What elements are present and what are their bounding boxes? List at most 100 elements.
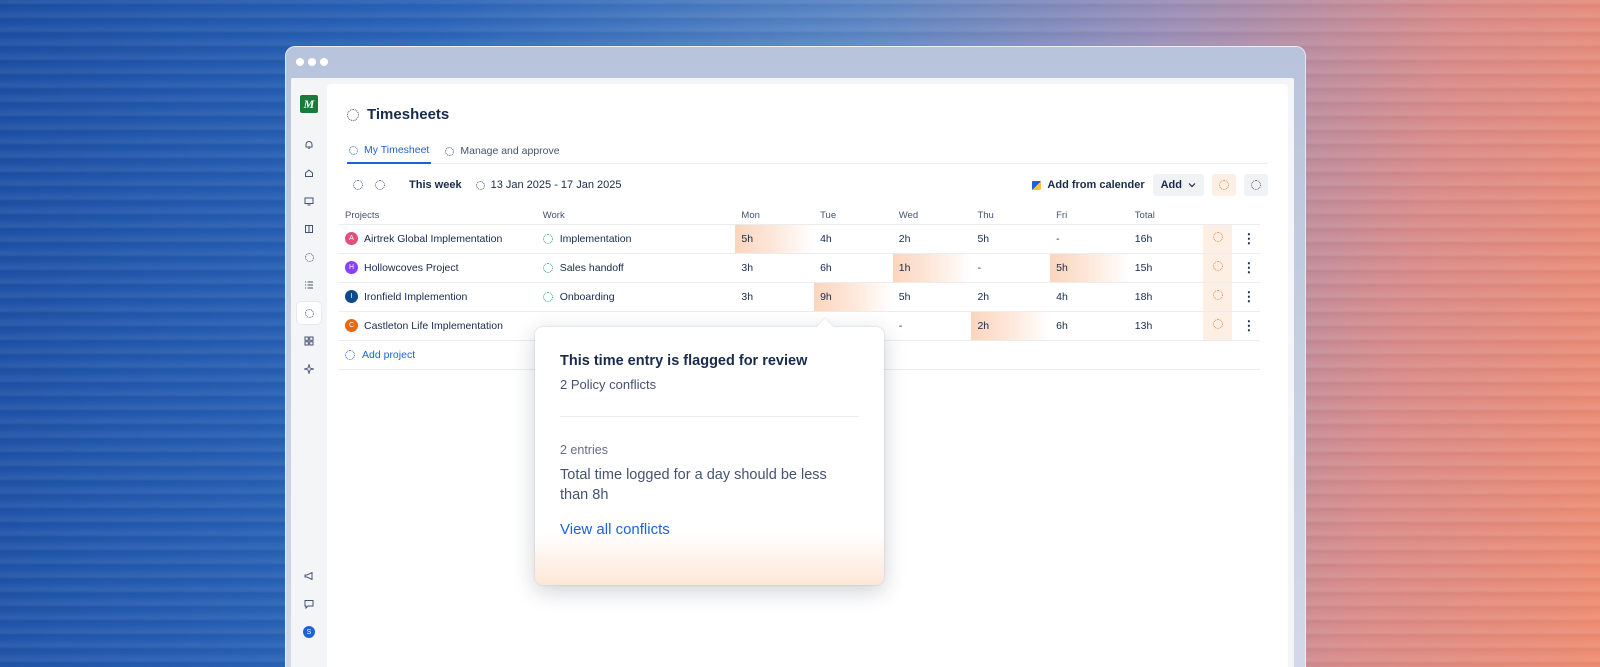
window-dot[interactable] [320,58,328,66]
chat-icon[interactable] [300,595,318,613]
hours-cell-flagged[interactable]: 9h [814,282,893,312]
add-from-calendar-button[interactable]: Add from calender [1032,179,1145,191]
table-row[interactable]: I Ironfield Implemention Onboarding 3h 9h… [339,282,1260,312]
megaphone-icon[interactable] [300,567,318,585]
week-toolbar: This week 13 Jan 2025 - 17 Jan 2025 Add … [353,173,1268,197]
hours-cell[interactable]: 2h [971,282,1051,312]
approve-icon [445,146,455,156]
flag-icon [1212,232,1223,242]
total-cell: 13h [1128,311,1204,341]
project-avatar: C [345,319,358,332]
column-header: Tue [814,207,893,225]
hours-cell-flagged[interactable]: 1h [892,253,972,283]
hours-cell[interactable]: - [892,311,972,341]
add-project-label: Add project [362,348,416,361]
window-dot[interactable] [296,58,304,66]
prev-week-icon[interactable] [353,180,363,190]
flag-cell[interactable] [1203,253,1232,283]
add-icon [345,349,355,360]
work-cell[interactable]: Sales handoff [536,253,736,283]
book-icon[interactable] [300,220,318,238]
flag-icon [1212,319,1223,329]
tab-label: Manage and approve [460,145,560,157]
app-logo[interactable]: M [300,95,318,113]
hours-cell[interactable]: 2h [892,224,972,254]
project-avatar: H [345,261,358,274]
row-menu-icon[interactable]: ⋮ [1231,311,1260,341]
column-header: Fri [1050,207,1129,225]
column-header-actions [1231,207,1260,225]
hours-cell-flagged[interactable]: 5h [1050,253,1129,283]
tab-manage-approve[interactable]: Manage and approve [443,138,561,164]
project-name: Castleton Life Implementation [364,319,503,332]
next-week-icon[interactable] [375,180,385,190]
chevron-down-icon [1188,183,1196,188]
project-cell[interactable]: H Hollowcoves Project [339,253,537,283]
table-row[interactable]: A Airtrek Global Implementation Implement… [339,224,1260,254]
view-all-conflicts-link[interactable]: View all conflicts [560,521,859,538]
apps-icon[interactable] [300,332,318,350]
project-cell[interactable]: A Airtrek Global Implementation [339,224,537,254]
hours-cell[interactable]: - [1050,224,1129,254]
settings-button[interactable] [1244,174,1268,196]
work-cell[interactable]: Implementation [536,224,736,254]
column-header: Total [1128,207,1204,225]
project-cell[interactable]: C Castleton Life Implementation [339,311,537,341]
add-dropdown-button[interactable]: Add [1152,174,1204,196]
table-header-row: Projects Work Mon Tue Wed Thu Fri Total [339,207,1260,225]
hours-cell[interactable]: 5h [971,224,1051,254]
row-menu-icon[interactable]: ⋮ [1231,253,1260,283]
row-menu-icon[interactable]: ⋮ [1231,224,1260,254]
hours-cell[interactable]: 6h [814,253,893,283]
calendar-app-icon [1032,180,1042,190]
window-dot[interactable] [308,58,316,66]
project-avatar: I [345,290,358,303]
table-row[interactable]: H Hollowcoves Project Sales handoff 3h 6h… [339,253,1260,283]
home-icon[interactable] [300,164,318,182]
side-rail: M S [291,78,327,667]
column-header: Work [536,207,736,225]
flag-filter-button[interactable] [1212,174,1236,196]
hours-cell[interactable]: 3h [735,282,815,312]
add-label: Add [1160,179,1182,191]
flag-cell[interactable] [1203,224,1232,254]
flag-cell[interactable] [1203,282,1232,312]
hours-cell[interactable]: 4h [1050,282,1129,312]
column-header: Mon [735,207,815,225]
work-cell[interactable]: Onboarding [536,282,736,312]
date-range[interactable]: 13 Jan 2025 - 17 Jan 2025 [475,179,621,191]
work-status-icon [542,262,553,273]
work-status-icon [542,291,553,302]
hours-cell[interactable]: 5h [892,282,972,312]
total-cell: 15h [1128,253,1204,283]
bell-icon[interactable] [300,136,318,154]
tab-my-timesheet[interactable]: My Timesheet [347,138,432,164]
calendar-icon [475,180,485,190]
column-header-flag [1203,207,1232,225]
project-name: Ironfield Implemention [364,290,468,303]
project-avatar: A [345,232,358,245]
hours-cell[interactable]: 4h [814,224,893,254]
week-label[interactable]: This week [409,179,462,191]
work-name: Implementation [559,232,632,245]
hours-cell[interactable]: - [971,253,1051,283]
user-avatar[interactable]: S [300,623,318,641]
timesheet-icon [349,145,358,155]
circle-icon[interactable] [300,248,318,266]
hours-cell[interactable]: 3h [735,253,815,283]
monitor-icon[interactable] [300,192,318,210]
flag-cell[interactable] [1203,311,1232,341]
hours-cell[interactable]: 6h [1050,311,1129,341]
flag-icon [1212,261,1223,271]
settings-icon [1251,180,1261,190]
project-cell[interactable]: I Ironfield Implemention [339,282,537,312]
list-icon[interactable] [300,276,318,294]
total-cell: 16h [1128,224,1204,254]
sparkle-icon[interactable] [300,360,318,378]
hours-cell-flagged[interactable]: 5h [735,224,815,254]
row-menu-icon[interactable]: ⋮ [1231,282,1260,312]
conflict-message: Total time logged for a day should be le… [560,467,827,503]
hours-cell-flagged[interactable]: 2h [971,311,1051,341]
timesheet-icon[interactable] [297,302,321,324]
add-from-calendar-label: Add from calender [1047,179,1145,191]
